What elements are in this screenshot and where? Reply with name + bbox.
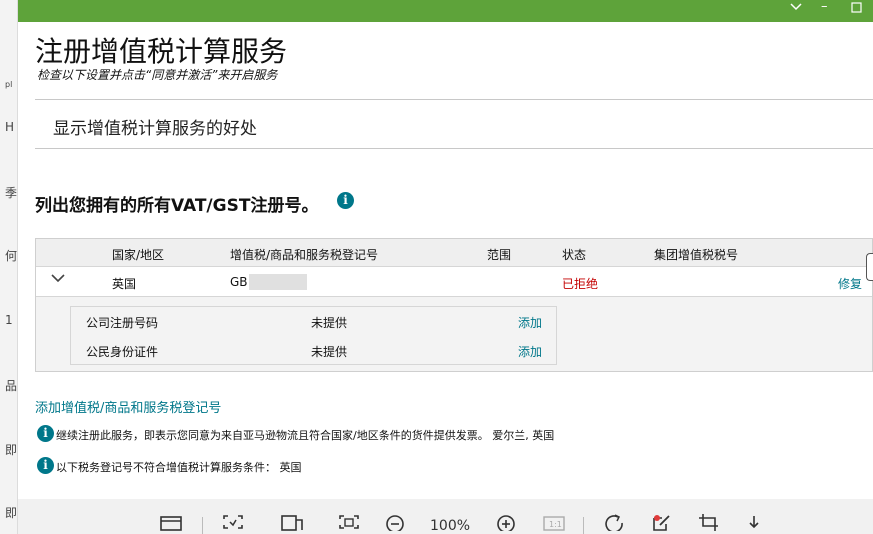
registration-details: 公司注册号码 未提供 添加 公民身份证件 未提供 添加 xyxy=(70,306,557,365)
separator xyxy=(202,517,203,534)
zoom-in-icon[interactable] xyxy=(495,513,517,534)
registrations-heading: 列出您拥有的所有VAT/GST注册号。 xyxy=(35,196,319,216)
strip-fragment: 何 xyxy=(5,249,18,263)
notification-dot xyxy=(654,515,660,521)
vat-registrations-table: 国家/地区 增值税/商品和服务税登记号 范围 状态 集团增值税税号 英国 GB … xyxy=(35,238,873,372)
side-panel-handle[interactable] xyxy=(866,253,873,281)
window-title-bar: – xyxy=(18,0,873,22)
status-badge: 已拒绝 xyxy=(562,277,599,291)
notice-text: 继续注册此服务，即表示您同意为来自亚马逊物流且符合国家/地区条件的货件提供发票。… xyxy=(56,429,555,442)
actual-size-icon[interactable]: 1:1 xyxy=(542,513,566,534)
expand-chevron-icon[interactable] xyxy=(50,270,66,290)
detail-label: 公民身份证件 xyxy=(86,345,159,359)
zoom-level: 100% xyxy=(430,518,471,534)
info-icon: i xyxy=(37,425,54,442)
crop-icon[interactable] xyxy=(698,513,720,534)
detail-value: 未提供 xyxy=(311,316,348,330)
add-vat-registration-link[interactable]: 添加增值税/商品和服务税登记号 xyxy=(35,397,221,416)
strip-fragment: H xyxy=(5,120,15,134)
separator xyxy=(583,517,584,534)
add-company-number-link[interactable]: 添加 xyxy=(518,314,542,331)
fix-link[interactable]: 修复 xyxy=(838,275,862,292)
column-header: 范围 xyxy=(487,248,512,262)
add-id-document-link[interactable]: 添加 xyxy=(518,343,542,360)
download-icon[interactable] xyxy=(745,513,763,534)
viewer-toolbar: 100% 1:1 xyxy=(18,499,873,534)
redacted-vat-number xyxy=(249,274,307,290)
table-row: 英国 GB 已拒绝 修复 xyxy=(36,267,872,297)
column-header: 国家/地区 xyxy=(112,248,165,262)
fit-page-icon[interactable] xyxy=(338,513,360,534)
info-icon: i xyxy=(37,457,54,474)
detail-row: 公司注册号码 未提供 添加 xyxy=(71,307,556,336)
page-title: 注册增值税计算服务 xyxy=(35,35,288,68)
rotate-icon[interactable] xyxy=(604,513,626,534)
strip-fragment: 季 xyxy=(5,186,18,200)
divider xyxy=(35,148,873,149)
strip-fragment: 即 xyxy=(5,506,18,520)
sidebar-icon[interactable] xyxy=(160,513,182,534)
column-header: 集团增值税税号 xyxy=(654,248,739,262)
notice-text: 以下税务登记号不符合增值税计算服务条件： 英国 xyxy=(56,461,302,474)
show-benefits-toggle[interactable]: 显示增值税计算服务的好处 xyxy=(53,114,257,139)
strip-fragment: 1 xyxy=(5,313,13,327)
maximize-icon[interactable] xyxy=(851,2,862,17)
divider xyxy=(35,99,873,100)
strip-fragment: 品 xyxy=(5,379,18,393)
detail-value: 未提供 xyxy=(311,345,348,359)
chevron-down-icon[interactable] xyxy=(789,1,803,16)
strip-fragment: 即 xyxy=(5,443,18,457)
zoom-out-icon[interactable] xyxy=(384,513,406,534)
column-header: 增值税/商品和服务税登记号 xyxy=(230,248,379,262)
info-icon[interactable]: i xyxy=(337,192,354,209)
page-subtitle: 检查以下设置并点击“同意并激活”来开启服务 xyxy=(37,68,278,82)
translate-icon[interactable] xyxy=(280,513,304,534)
detail-row: 公民身份证件 未提供 添加 xyxy=(71,336,556,365)
column-header: 状态 xyxy=(562,248,587,262)
minimize-icon[interactable]: – xyxy=(821,0,828,14)
country-cell: 英国 xyxy=(112,277,137,291)
strip-fragment: pl xyxy=(5,80,13,89)
background-window-strip: pl H 季 何 1 品 即 即 xyxy=(0,0,18,534)
table-header: 国家/地区 增值税/商品和服务税登记号 范围 状态 集团增值税税号 xyxy=(36,239,872,267)
vat-number-cell: GB xyxy=(230,275,248,289)
detail-label: 公司注册号码 xyxy=(86,316,159,330)
svg-text:1:1: 1:1 xyxy=(549,520,562,529)
ocr-icon[interactable] xyxy=(222,513,244,534)
vat-service-dialog: 注册增值税计算服务 检查以下设置并点击“同意并激活”来开启服务 显示增值税计算服… xyxy=(18,22,873,499)
